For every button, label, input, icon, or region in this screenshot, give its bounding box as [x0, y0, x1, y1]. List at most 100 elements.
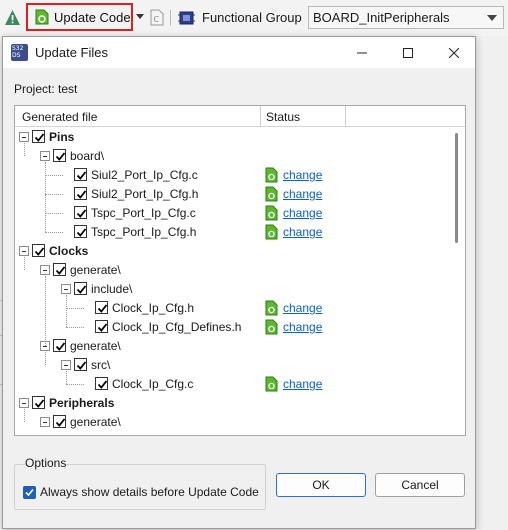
tree-item-checkbox[interactable] [95, 377, 108, 390]
maximize-button[interactable] [385, 37, 431, 68]
tree-item-checkbox[interactable] [53, 339, 66, 352]
tree-guide-line [66, 295, 67, 327]
functional-group-select[interactable]: BOARD_InitPeripherals [308, 6, 504, 29]
collapse-toggle-icon[interactable] [40, 265, 50, 275]
tree-item-label[interactable]: src\ [91, 358, 110, 372]
tree-item-label[interactable]: Siul2_Port_Ip_Cfg.h [91, 187, 198, 201]
tree-item-checkbox[interactable] [74, 168, 87, 181]
tree-folder-row[interactable]: generate\ [15, 337, 445, 356]
tree-item-checkbox[interactable] [53, 149, 66, 162]
tree-connector [45, 175, 63, 176]
tree-item-label[interactable]: include\ [91, 282, 132, 296]
functional-group-icon [178, 11, 195, 25]
warning-icon[interactable] [4, 9, 21, 26]
tree-folder-row[interactable]: Peripherals [15, 394, 445, 413]
collapse-toggle-icon[interactable] [19, 246, 29, 256]
tree-item-checkbox[interactable] [95, 301, 108, 314]
source-file-icon[interactable]: C [150, 9, 164, 26]
tree-item-label[interactable]: Clocks [49, 244, 88, 258]
always-show-label[interactable]: Always show details before Update Code [40, 485, 259, 499]
update-code-dropdown-icon[interactable] [136, 14, 144, 19]
file-change-icon [265, 319, 278, 335]
tree-item-checkbox[interactable] [53, 415, 66, 428]
scrollbar-thumb[interactable] [455, 133, 458, 243]
change-status-link[interactable]: change [283, 187, 322, 201]
collapse-toggle-icon[interactable] [19, 398, 29, 408]
vertical-scrollbar[interactable] [447, 127, 465, 435]
change-status-link[interactable]: change [283, 225, 322, 239]
tree-connector [45, 232, 63, 233]
change-status-link[interactable]: change [283, 320, 322, 334]
tree-item-checkbox[interactable] [32, 396, 45, 409]
update-code-button[interactable]: Update Code [26, 3, 133, 31]
tree-item-label[interactable]: Tspc_Port_Ip_Cfg.h [91, 225, 196, 239]
minimize-button[interactable] [339, 37, 385, 68]
ok-button[interactable]: OK [276, 473, 366, 497]
tree-file-row[interactable]: Tspc_Port_Ip_Cfg.h change [15, 223, 445, 242]
tree-folder-row[interactable]: include\ [15, 280, 445, 299]
tree-folder-row[interactable]: generate\ [15, 261, 445, 280]
file-change-icon [265, 300, 278, 316]
checkmark-icon [25, 488, 34, 497]
tree-header: Generated file Status [15, 106, 465, 127]
tree-item-label[interactable]: generate\ [70, 339, 121, 353]
tree-item-label[interactable]: Clock_Ip_Cfg_Defines.h [112, 320, 241, 334]
tree-folder-row[interactable]: Pins [15, 128, 445, 147]
collapse-toggle-icon[interactable] [40, 151, 50, 161]
tree-item-checkbox[interactable] [74, 187, 87, 200]
functional-group-value: BOARD_InitPeripherals [313, 10, 450, 25]
column-header-generated-file[interactable]: Generated file [22, 110, 97, 124]
tree-item-label[interactable]: Peripherals [49, 396, 114, 410]
tree-item-checkbox[interactable] [32, 244, 45, 257]
file-change-icon [265, 205, 278, 221]
tree-file-row[interactable]: Clock_Ip_Cfg_Defines.h change [15, 318, 445, 337]
tree-item-label[interactable]: generate\ [70, 415, 121, 429]
tree-folder-row[interactable]: board\ [15, 147, 445, 166]
tree-file-row[interactable]: Clock_Ip_Cfg.h change [15, 299, 445, 318]
change-status-link[interactable]: change [283, 301, 322, 315]
tree-folder-row[interactable]: generate\ [15, 413, 445, 432]
options-legend: Options [25, 456, 67, 470]
tree-connector [45, 194, 63, 195]
close-icon [449, 47, 459, 58]
tree-file-row[interactable]: Tspc_Port_Ip_Cfg.c change [15, 204, 445, 223]
column-divider[interactable] [345, 106, 346, 126]
tree-item-label[interactable]: Pins [49, 130, 74, 144]
collapse-toggle-icon[interactable] [19, 132, 29, 142]
tree-folder-row[interactable]: src\ [15, 356, 445, 375]
tree-item-label[interactable]: Siul2_Port_Ip_Cfg.c [91, 168, 198, 182]
tree-guide-line [45, 162, 46, 232]
close-button[interactable] [431, 37, 477, 68]
cancel-button[interactable]: Cancel [375, 473, 465, 497]
tree-item-checkbox[interactable] [74, 282, 87, 295]
tree-item-checkbox[interactable] [74, 206, 87, 219]
tree-item-checkbox[interactable] [53, 263, 66, 276]
collapse-toggle-icon[interactable] [40, 417, 50, 427]
tree-item-label[interactable]: Clock_Ip_Cfg.h [112, 301, 194, 315]
tree-folder-row[interactable]: Clocks [15, 242, 445, 261]
svg-text:C: C [154, 15, 160, 24]
chevron-down-icon [487, 15, 497, 21]
tree-guide-line [24, 257, 25, 270]
tree-item-checkbox[interactable] [74, 225, 87, 238]
collapse-toggle-icon[interactable] [61, 360, 71, 370]
tree-item-checkbox[interactable] [74, 358, 87, 371]
tree-item-checkbox[interactable] [95, 320, 108, 333]
always-show-checkbox[interactable] [23, 486, 36, 499]
tree-item-label[interactable]: Clock_Ip_Cfg.c [112, 377, 193, 391]
tree-item-label[interactable]: generate\ [70, 263, 121, 277]
tree-file-row[interactable]: Siul2_Port_Ip_Cfg.h change [15, 185, 445, 204]
column-divider[interactable] [260, 106, 261, 126]
change-status-link[interactable]: change [283, 168, 322, 182]
tree-item-label[interactable]: board\ [70, 149, 104, 163]
collapse-toggle-icon[interactable] [61, 284, 71, 294]
file-change-icon [265, 167, 278, 183]
tree-item-label[interactable]: Tspc_Port_Ip_Cfg.c [91, 206, 196, 220]
change-status-link[interactable]: change [283, 206, 322, 220]
change-status-link[interactable]: change [283, 377, 322, 391]
generated-files-tree[interactable]: Generated file Status Pins board\ Siul2_Po… [14, 105, 466, 436]
tree-file-row[interactable]: Siul2_Port_Ip_Cfg.c change [15, 166, 445, 185]
column-header-status[interactable]: Status [266, 110, 300, 124]
tree-item-checkbox[interactable] [32, 130, 45, 143]
tree-file-row[interactable]: Clock_Ip_Cfg.c change [15, 375, 445, 394]
